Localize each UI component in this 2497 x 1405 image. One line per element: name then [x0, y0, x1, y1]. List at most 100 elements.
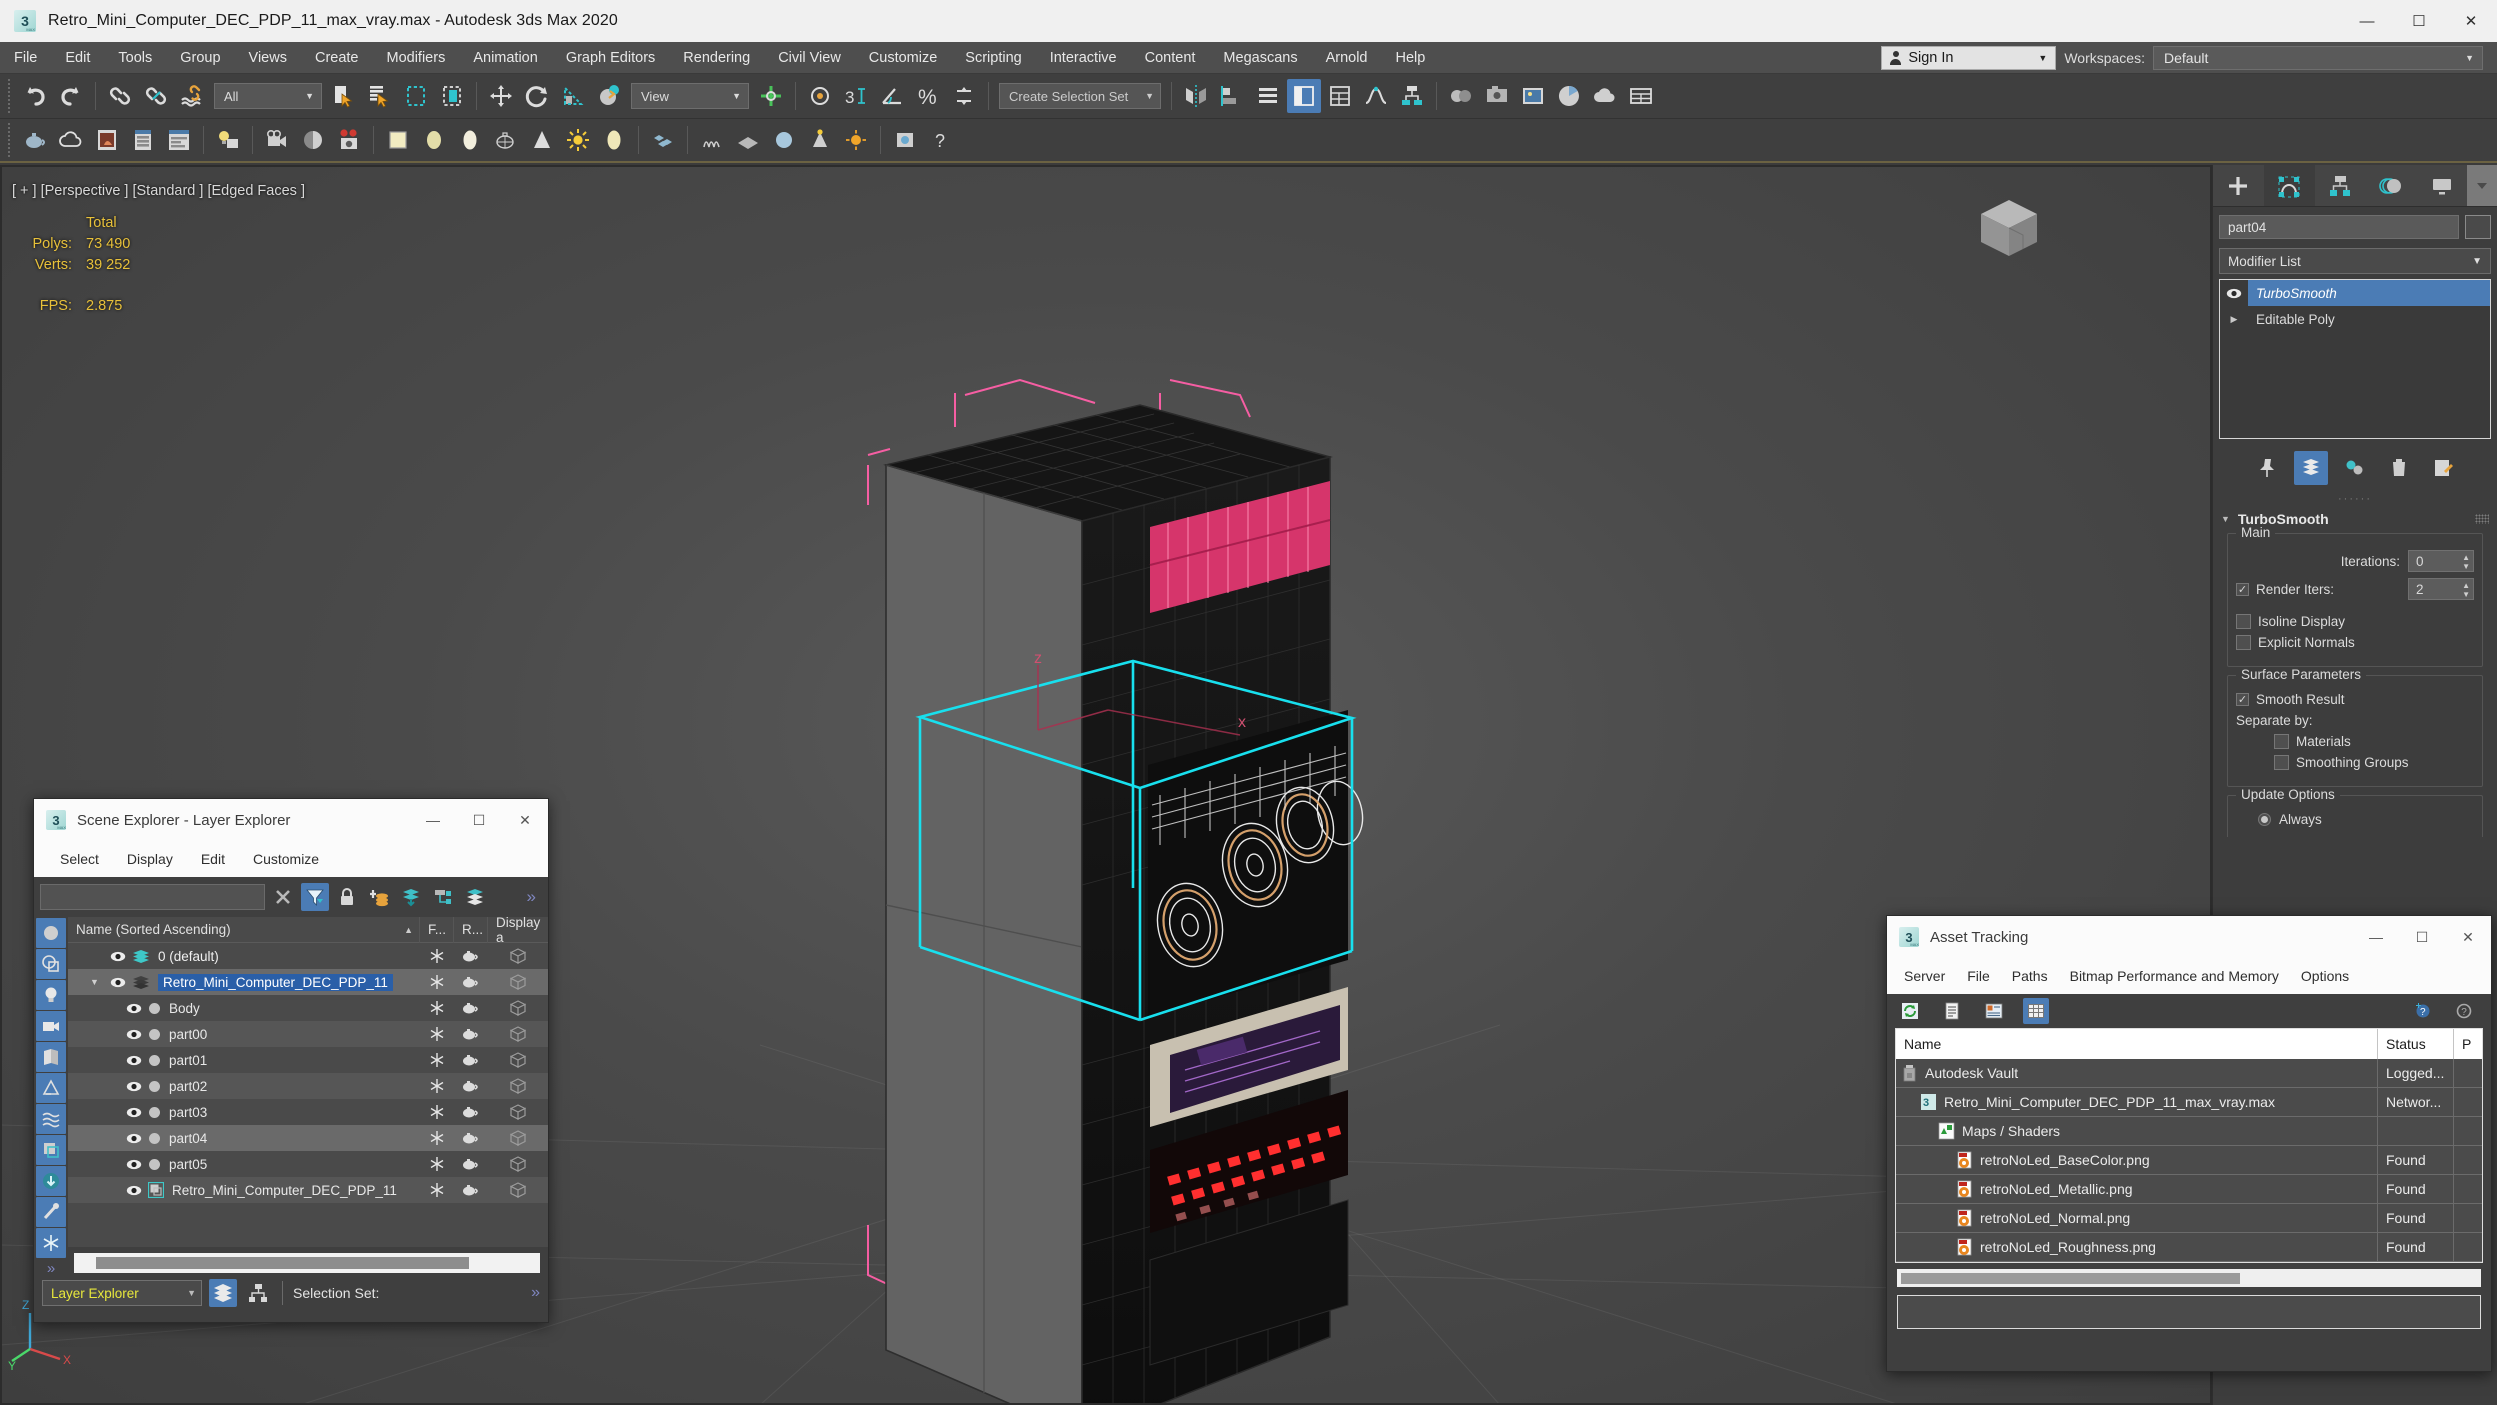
add-layer-icon[interactable] — [365, 883, 393, 911]
vray-plane-icon[interactable] — [731, 123, 765, 157]
scene-explorer-row[interactable]: part05 — [68, 1151, 548, 1177]
scene-explorer-list[interactable]: Name (Sorted Ascending) ▲ F... R... Disp… — [68, 917, 548, 1247]
open-asset-tracking-icon[interactable] — [1624, 79, 1658, 113]
material-browser-icon[interactable] — [126, 123, 160, 157]
vray-light-icon[interactable] — [597, 123, 631, 157]
filter-bones-icon[interactable] — [36, 1197, 66, 1227]
spinner-arrows-icon[interactable]: ▲▼ — [2462, 581, 2470, 599]
modify-tab[interactable] — [2264, 165, 2315, 206]
isoline-display-row[interactable]: Isoline Display — [2236, 614, 2474, 629]
menu-help[interactable]: Help — [1382, 42, 1440, 74]
configure-modifier-sets-icon[interactable] — [2426, 451, 2460, 485]
menu-civil-view[interactable]: Civil View — [764, 42, 855, 74]
align-icon[interactable] — [1215, 79, 1249, 113]
display-tab[interactable] — [2416, 165, 2467, 206]
expander-icon[interactable]: ▼ — [90, 977, 104, 987]
freeze-toggle-icon[interactable] — [420, 1026, 454, 1042]
layer-stack-icon[interactable] — [461, 883, 489, 911]
physical-camera-icon[interactable] — [296, 123, 330, 157]
reference-coordinate-system-combo[interactable]: View ▼ — [631, 83, 749, 109]
list-view-icon[interactable] — [1939, 998, 1965, 1024]
always-row[interactable]: Always — [2236, 812, 2474, 827]
scene-explorer-horizontal-scrollbar[interactable] — [74, 1253, 540, 1273]
display-as-box-icon[interactable] — [488, 1078, 548, 1094]
smooth-result-row[interactable]: ✓ Smooth Result — [2236, 692, 2474, 707]
visibility-eye-icon[interactable] — [110, 977, 126, 988]
select-layer-objects-icon[interactable] — [429, 883, 457, 911]
scrollbar-thumb[interactable] — [1901, 1273, 2240, 1284]
filter-cameras-icon[interactable] — [36, 1011, 66, 1041]
se-menu-display[interactable]: Display — [113, 841, 187, 877]
toolbar-grip[interactable] — [4, 79, 13, 113]
column-renderable[interactable]: R... — [454, 917, 488, 943]
display-as-box-icon[interactable] — [488, 1156, 548, 1172]
filter-particles-icon[interactable] — [36, 1104, 66, 1134]
filter-lights-icon[interactable] — [36, 980, 66, 1010]
use-pivot-point-center-icon[interactable] — [754, 79, 788, 113]
light-lister-icon[interactable] — [211, 123, 245, 157]
at-menu-file[interactable]: File — [1956, 958, 2001, 994]
render-production-icon[interactable] — [1552, 79, 1586, 113]
freeze-toggle-icon[interactable] — [420, 974, 454, 990]
scene-explorer-search-input[interactable] — [40, 884, 265, 910]
modifier-stack[interactable]: TurboSmooth ▶ Editable Poly — [2219, 279, 2491, 439]
column-name[interactable]: Name — [1896, 1029, 2378, 1059]
close-button[interactable]: ✕ — [2445, 916, 2491, 958]
filter-overflow-icon[interactable]: » — [34, 1260, 68, 1277]
teapot-primitive-icon[interactable] — [489, 123, 523, 157]
menu-customize[interactable]: Customize — [855, 42, 952, 74]
render-toggle-icon[interactable] — [454, 1131, 488, 1145]
select-object-icon[interactable] — [327, 79, 361, 113]
asset-table-row[interactable]: Autodesk VaultLogged... — [1896, 1059, 2482, 1088]
vray-camera-icon[interactable] — [332, 123, 366, 157]
capsule-primitive-icon[interactable] — [453, 123, 487, 157]
scene-explorer-row[interactable]: part04 — [68, 1125, 548, 1151]
scene-explorer-row[interactable]: Body — [68, 995, 548, 1021]
menu-interactive[interactable]: Interactive — [1036, 42, 1131, 74]
vray-proxy-icon[interactable] — [646, 123, 680, 157]
scene-explorer-row[interactable]: part03 — [68, 1099, 548, 1125]
freeze-toggle-icon[interactable] — [420, 1104, 454, 1120]
toolbar-overflow-icon[interactable]: » — [527, 887, 542, 907]
freeze-toggle-icon[interactable] — [420, 1182, 454, 1198]
render-toggle-icon[interactable] — [454, 1157, 488, 1171]
make-unique-icon[interactable] — [2338, 451, 2372, 485]
column-name[interactable]: Name (Sorted Ascending) ▲ — [68, 917, 420, 943]
footer-overflow-icon[interactable]: » — [531, 1284, 540, 1302]
teapot-icon[interactable] — [18, 123, 52, 157]
menu-graph-editors[interactable]: Graph Editors — [552, 42, 669, 74]
rectangular-selection-region-icon[interactable] — [399, 79, 433, 113]
smoothing-groups-checkbox[interactable] — [2274, 755, 2289, 770]
close-button[interactable]: ✕ — [502, 799, 548, 841]
minimize-button[interactable]: — — [2341, 0, 2393, 42]
se-menu-select[interactable]: Select — [46, 841, 113, 877]
column-path[interactable]: P — [2454, 1029, 2482, 1059]
named-selection-set-input[interactable]: Create Selection Set ▼ — [999, 83, 1161, 109]
render-toggle-icon[interactable] — [454, 1105, 488, 1119]
asset-table-row[interactable]: 3Retro_Mini_Computer_DEC_PDP_11_max_vray… — [1896, 1088, 2482, 1117]
undo-icon[interactable] — [18, 79, 52, 113]
material-editor-icon[interactable] — [1444, 79, 1478, 113]
object-color-swatch[interactable] — [2465, 215, 2491, 239]
asset-table-row[interactable]: Maps / Shaders — [1896, 1117, 2482, 1146]
workspaces-select[interactable]: Default ▼ — [2153, 46, 2483, 70]
at-menu-server[interactable]: Server — [1893, 958, 1956, 994]
object-name-field[interactable]: part04 — [2219, 215, 2459, 239]
visibility-eye-icon[interactable] — [126, 1185, 142, 1196]
visibility-eye-icon[interactable] — [126, 1133, 142, 1144]
display-as-box-icon[interactable] — [488, 974, 548, 990]
show-end-result-icon[interactable] — [2294, 451, 2328, 485]
menu-edit[interactable]: Edit — [51, 42, 104, 74]
display-as-box-icon[interactable] — [488, 1104, 548, 1120]
help-icon[interactable]: ? — [2451, 998, 2477, 1024]
se-menu-customize[interactable]: Customize — [239, 841, 333, 877]
smooth-result-checkbox[interactable]: ✓ — [2236, 693, 2249, 706]
help-new-icon[interactable]: ? — [2409, 998, 2435, 1024]
isoline-display-checkbox[interactable] — [2236, 614, 2251, 629]
asset-tracking-horizontal-scrollbar[interactable] — [1897, 1269, 2481, 1287]
filter-xrefs-icon[interactable] — [36, 1166, 66, 1196]
freeze-toggle-icon[interactable] — [420, 1130, 454, 1146]
utilities-tab[interactable] — [2467, 165, 2497, 206]
minimize-button[interactable]: — — [2353, 916, 2399, 958]
visibility-eye-icon[interactable] — [126, 1159, 142, 1170]
